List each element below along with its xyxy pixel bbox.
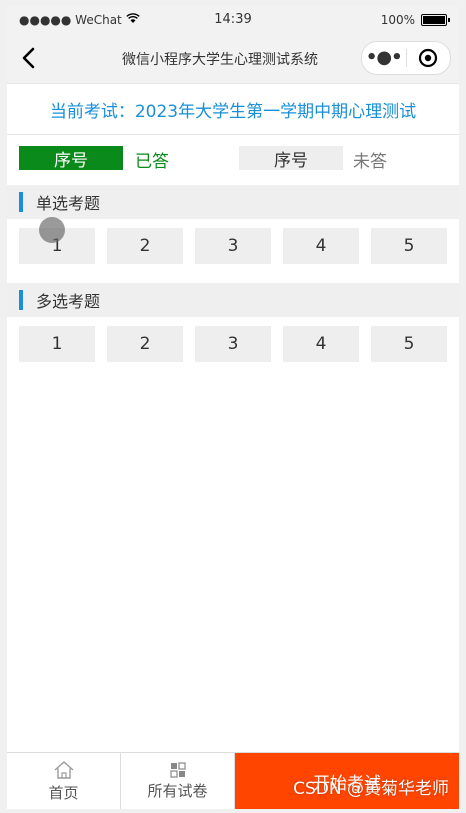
tab-home[interactable]: 首页 [7,753,121,809]
battery-percent: 100% [380,13,415,27]
target-icon [419,48,438,68]
legend: 序号 已答 序号 未答 [7,135,459,185]
multiple-question-1[interactable]: 1 [19,326,95,362]
legend-unanswered-chip: 序号 [239,146,343,171]
watermark: CSDN @黄菊华老师 [293,779,449,799]
legend-answered-chip: 序号 [19,146,123,171]
legend-unanswered-label: 未答 [353,152,387,172]
single-choice-header: 单选考题 [7,185,459,219]
nav-bar: 微信小程序大学生心理测试系统 •●• [7,33,459,84]
section-accent-bar [19,290,23,310]
chevron-left-icon [22,47,35,69]
section-accent-bar [19,192,23,212]
multiple-question-3[interactable]: 3 [195,326,271,362]
tab-all-papers-label: 所有试卷 [147,781,208,800]
multiple-question-2[interactable]: 2 [107,326,183,362]
single-question-2[interactable]: 2 [107,228,183,264]
home-icon [54,760,73,779]
multiple-choice-label: 多选考题 [36,292,101,311]
exam-title: 当前考试：2023年大学生第一学期中期心理测试 [7,84,459,135]
more-menu-button[interactable]: •●• [362,43,406,73]
tab-all-papers[interactable]: 所有试卷 [121,753,235,809]
status-right: 100% [380,13,450,27]
nav-title: 微信小程序大学生心理测试系统 [122,52,318,68]
mini-program-capsule: •●• [361,41,451,75]
back-button[interactable] [17,45,39,71]
tab-home-label: 首页 [48,783,79,802]
multiple-choice-header: 多选考题 [7,283,459,317]
status-bar: ●●●●● WeChat 14:39 100% [7,7,459,33]
multiple-choice-questions: 1 2 3 4 5 [7,317,459,381]
single-question-3[interactable]: 3 [195,228,271,264]
phone-screen: ●●●●● WeChat 14:39 100% 微信小程序大学生心理测试系统 •… [7,7,459,809]
single-question-5[interactable]: 5 [371,228,447,264]
grid-icon [169,761,186,778]
single-choice-label: 单选考题 [36,194,101,213]
legend-answered-label: 已答 [135,152,169,172]
battery-icon [421,14,450,26]
touch-indicator [39,217,65,243]
multiple-question-4[interactable]: 4 [283,326,359,362]
single-choice-questions: 1 2 3 4 5 [7,217,459,283]
multiple-question-5[interactable]: 5 [371,326,447,362]
single-question-4[interactable]: 4 [283,228,359,264]
close-mini-program-button[interactable] [406,48,450,68]
